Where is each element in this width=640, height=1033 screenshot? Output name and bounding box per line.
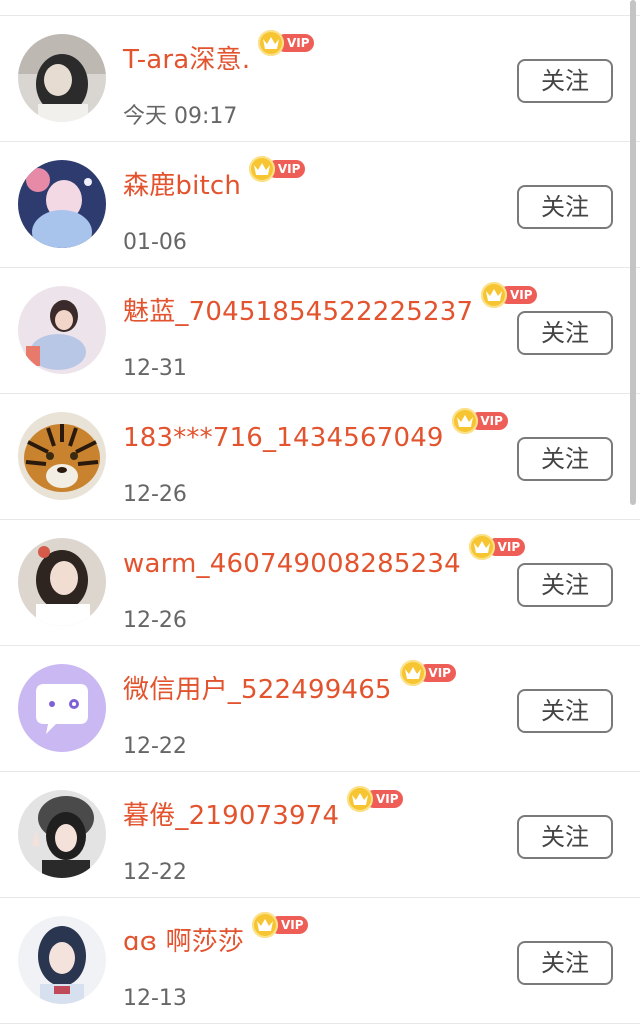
follow-button[interactable]: 关注 bbox=[517, 437, 613, 481]
vip-badge: VIP bbox=[258, 30, 316, 56]
avatar[interactable] bbox=[18, 790, 106, 878]
username[interactable]: T-ara深意. bbox=[123, 42, 250, 78]
username[interactable]: 魅蓝_70451854522225237 bbox=[123, 294, 473, 330]
list-item[interactable]: 微信用户_522499465 VIP 12-22 关注 bbox=[0, 646, 640, 772]
username[interactable]: warm_460749008285234 bbox=[123, 546, 461, 582]
username[interactable]: 森鹿bitch bbox=[123, 168, 241, 204]
vip-badge: VIP bbox=[468, 534, 527, 560]
vip-badge: VIP bbox=[451, 408, 510, 434]
avatar[interactable] bbox=[18, 916, 106, 1004]
list-item[interactable]: warm_460749008285234 VIP 12-26 关注 bbox=[0, 520, 640, 646]
crown-icon bbox=[249, 156, 276, 182]
username[interactable]: 微信用户_522499465 bbox=[123, 672, 392, 708]
vip-badge: VIP bbox=[399, 660, 458, 686]
follow-date: 12-31 bbox=[123, 356, 187, 381]
avatar[interactable] bbox=[18, 286, 106, 374]
list-item[interactable]: 暮倦_219073974 VIP 12-22 关注 bbox=[0, 772, 640, 898]
crown-icon bbox=[347, 786, 374, 812]
avatar[interactable] bbox=[18, 412, 106, 500]
follow-date: 01-06 bbox=[123, 230, 187, 255]
follow-button[interactable]: 关注 bbox=[517, 311, 613, 355]
avatar[interactable] bbox=[18, 538, 106, 626]
avatar[interactable] bbox=[18, 664, 106, 752]
crown-icon bbox=[252, 912, 279, 938]
list-item[interactable]: 森鹿bitch VIP 01-06 关注 bbox=[0, 142, 640, 268]
crown-icon bbox=[468, 534, 495, 560]
avatar[interactable] bbox=[18, 160, 106, 248]
avatar[interactable] bbox=[18, 34, 106, 122]
follow-date: 12-22 bbox=[123, 734, 187, 759]
vip-badge: VIP bbox=[347, 786, 405, 812]
vip-badge: VIP bbox=[249, 156, 307, 182]
username[interactable]: ɑɞ 啊莎莎 bbox=[123, 924, 244, 960]
follow-button[interactable]: 关注 bbox=[517, 185, 613, 229]
follow-button[interactable]: 关注 bbox=[517, 59, 613, 103]
follow-date: 12-26 bbox=[123, 608, 187, 633]
list-item[interactable]: 183***716_1434567049 VIP 12-26 关注 bbox=[0, 394, 640, 520]
scrollbar[interactable] bbox=[630, 0, 636, 505]
crown-icon bbox=[258, 30, 285, 56]
username[interactable]: 183***716_1434567049 bbox=[123, 420, 444, 456]
follow-button[interactable]: 关注 bbox=[517, 563, 613, 607]
vip-badge: VIP bbox=[252, 912, 310, 938]
crown-icon bbox=[399, 660, 426, 686]
follow-button[interactable]: 关注 bbox=[517, 941, 613, 985]
follow-button[interactable]: 关注 bbox=[517, 815, 613, 859]
list-item[interactable]: ɑɞ 啊莎莎 VIP 12-13 关注 bbox=[0, 898, 640, 1024]
crown-icon bbox=[481, 282, 508, 308]
follower-list: T-ara深意. VIP 今天 09:17 关注 森鹿bitch VIP 01-… bbox=[0, 0, 640, 1033]
follow-button[interactable]: 关注 bbox=[517, 689, 613, 733]
follow-date: 12-22 bbox=[123, 860, 187, 885]
crown-icon bbox=[451, 408, 478, 434]
follow-date: 今天 09:17 bbox=[123, 104, 238, 129]
follow-date: 12-13 bbox=[123, 986, 187, 1011]
vip-badge: VIP bbox=[481, 282, 539, 308]
list-item[interactable]: T-ara深意. VIP 今天 09:17 关注 bbox=[0, 16, 640, 142]
username[interactable]: 暮倦_219073974 bbox=[123, 798, 339, 834]
list-item[interactable]: 魅蓝_70451854522225237 VIP 12-31 关注 bbox=[0, 268, 640, 394]
follow-date: 12-26 bbox=[123, 482, 187, 507]
